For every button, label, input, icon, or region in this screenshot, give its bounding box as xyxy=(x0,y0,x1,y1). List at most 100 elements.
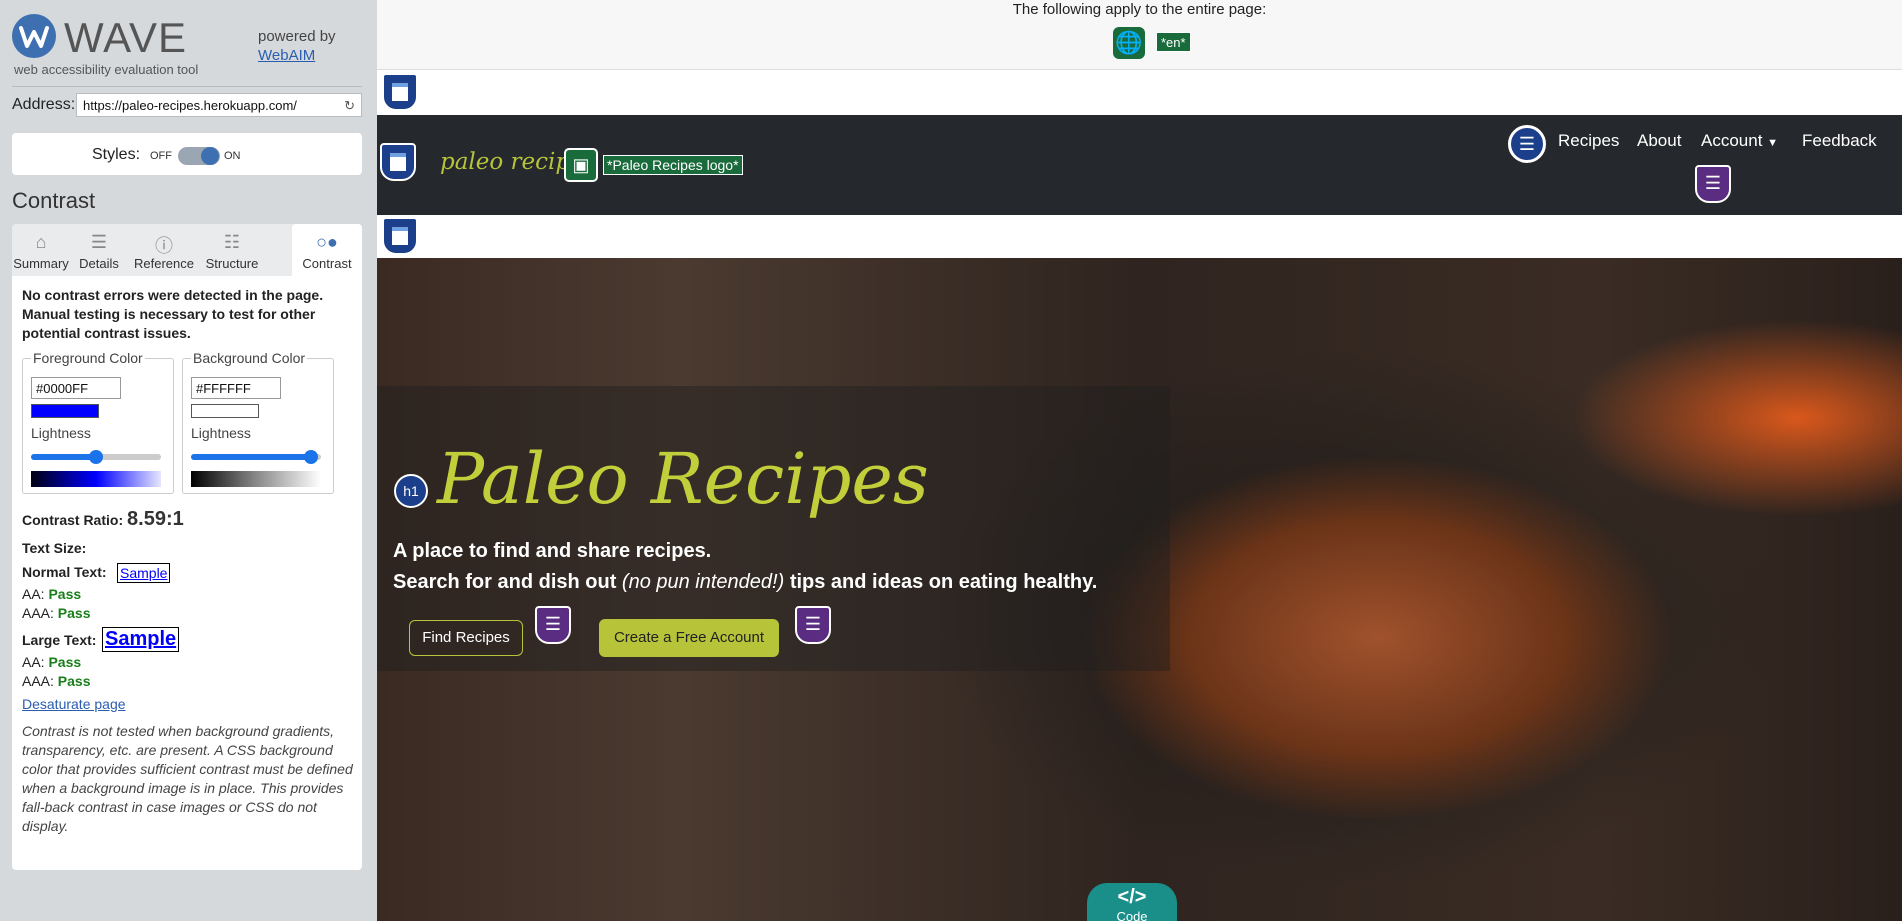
aa-label: AA: xyxy=(22,586,45,602)
normal-text-label: Normal Text: xyxy=(22,564,107,580)
header-divider xyxy=(12,86,362,87)
hero-subtitle-2: Search for and dish out (no pun intended… xyxy=(393,571,1097,594)
pass-badge: Pass xyxy=(48,654,82,670)
wave-sidebar: WAVE web accessibility evaluation tool p… xyxy=(0,0,377,921)
hero-sub2-em: (no pun intended!) xyxy=(621,571,785,593)
list-nav-icon[interactable]: ☰ xyxy=(1508,125,1546,163)
list-icon: ☰ xyxy=(90,232,108,252)
nav-about[interactable]: About xyxy=(1637,131,1681,151)
contrast-icon: ○● xyxy=(316,232,338,252)
powered-by-label: powered by xyxy=(258,28,336,45)
code-toggle-tab[interactable]: </> Code xyxy=(1087,883,1177,921)
text-size-label: Text Size: xyxy=(22,540,87,556)
info-icon: ⓘ xyxy=(155,236,173,256)
wave-logo-icon xyxy=(12,14,56,58)
nav-account[interactable]: Account ▼ xyxy=(1701,131,1778,151)
code-label: Code xyxy=(1116,909,1148,921)
foreground-hex-input[interactable]: #0000FF xyxy=(31,377,121,399)
tabindex-icon[interactable]: ☰ xyxy=(535,606,571,644)
foreground-legend: Foreground Color xyxy=(31,350,145,366)
contrast-ratio: Contrast Ratio: 8.59:1 xyxy=(22,508,184,531)
contrast-panel: No contrast errors were detected in the … xyxy=(12,276,362,870)
find-recipes-button[interactable]: Find Recipes xyxy=(409,620,523,656)
background-swatch[interactable] xyxy=(191,404,259,418)
aaa-label: AAA: xyxy=(22,673,54,689)
large-text-sample: Sample xyxy=(102,627,180,652)
address-label: Address: xyxy=(12,96,76,113)
no-errors-message: No contrast errors were detected in the … xyxy=(22,287,324,341)
slider-thumb[interactable] xyxy=(89,450,103,464)
tab-label: Structure xyxy=(205,256,259,271)
image-alt-icon[interactable]: ▣ xyxy=(564,148,598,182)
wave-header: WAVE web accessibility evaluation tool p… xyxy=(0,0,377,78)
wave-tabs: ⌂ Summary ☰ Details ⓘ Reference ☷ Struct… xyxy=(12,224,362,276)
large-text-label: Large Text: xyxy=(22,632,97,648)
contrast-ratio-label: Contrast Ratio: xyxy=(22,512,124,528)
reload-icon[interactable]: ↻ xyxy=(344,98,355,114)
pass-badge: Pass xyxy=(48,586,82,602)
tab-label: Reference xyxy=(134,256,194,271)
large-aaa: AAA: Pass xyxy=(22,673,91,689)
styles-panel: Styles: OFF ON xyxy=(12,133,362,175)
hero-subtitle-1: A place to find and share recipes. xyxy=(393,540,712,562)
nav-account-label: Account xyxy=(1701,131,1763,150)
styles-toggle[interactable] xyxy=(178,147,220,165)
styles-label: Styles: xyxy=(92,146,141,163)
slider-thumb[interactable] xyxy=(303,450,318,464)
apply-text: The following apply to the entire page: xyxy=(1012,1,1267,18)
tabindex-icon[interactable]: ☰ xyxy=(1695,165,1731,203)
tab-details[interactable]: ☰ Details xyxy=(70,224,128,276)
nav-recipes[interactable]: Recipes xyxy=(1558,131,1619,151)
globe-icon[interactable]: 🌐 xyxy=(1113,27,1145,59)
nav-feedback[interactable]: Feedback xyxy=(1802,131,1877,151)
hero-sub2-b: tips and ideas on eating healthy. xyxy=(784,571,1098,593)
large-aa: AA: Pass xyxy=(22,654,81,670)
background-lightness-label: Lightness xyxy=(191,425,251,441)
tabindex-icon[interactable]: ☰ xyxy=(795,606,831,644)
background-hex-input[interactable]: #FFFFFF xyxy=(191,377,281,399)
foreground-gradient xyxy=(31,471,161,487)
home-icon: ⌂ xyxy=(35,232,47,252)
pass-badge: Pass xyxy=(57,605,91,621)
background-legend: Background Color xyxy=(191,350,308,366)
slider-fill xyxy=(31,454,96,460)
logo-alt-badge: *Paleo Recipes logo* xyxy=(603,155,743,175)
aa-label: AA: xyxy=(22,654,45,670)
normal-text-sample: Sample xyxy=(117,563,171,583)
normal-aaa: AAA: Pass xyxy=(22,605,91,621)
tab-reference[interactable]: ⓘ Reference xyxy=(128,224,200,276)
hero-title: Paleo Recipes xyxy=(437,438,929,520)
foreground-swatch[interactable] xyxy=(31,404,99,418)
nav-region-icon[interactable] xyxy=(380,143,416,181)
foreground-lightness-slider[interactable] xyxy=(31,450,161,464)
site-navbar: paleo recipes ▣ *Paleo Recipes logo* ☰ R… xyxy=(377,115,1902,215)
foreground-lightness-label: Lightness xyxy=(31,425,91,441)
create-account-button[interactable]: Create a Free Account xyxy=(599,619,779,657)
hero-sub2-a: Search for and dish out xyxy=(393,571,622,593)
address-input[interactable]: https://paleo-recipes.herokuapp.com/ ↻ xyxy=(76,93,362,117)
structure-icon: ☷ xyxy=(223,232,241,252)
address-value: https://paleo-recipes.herokuapp.com/ xyxy=(83,98,297,113)
slider-fill xyxy=(191,454,311,460)
tab-label: Contrast xyxy=(302,256,352,271)
code-icon: </> xyxy=(1117,886,1147,908)
tab-label: Summary xyxy=(13,256,69,271)
hero-section: h1 Paleo Recipes A place to find and sha… xyxy=(377,258,1902,921)
tab-label: Details xyxy=(79,256,119,271)
background-gradient xyxy=(191,471,321,487)
header-region-icon[interactable] xyxy=(382,73,418,111)
section-title: Contrast xyxy=(12,188,96,213)
aaa-label: AAA: xyxy=(22,605,54,621)
desaturate-link[interactable]: Desaturate page xyxy=(22,696,126,712)
main-region-icon[interactable] xyxy=(382,217,418,255)
h1-icon[interactable]: h1 xyxy=(394,474,428,508)
styles-on-label: ON xyxy=(224,150,241,162)
wave-tagline: web accessibility evaluation tool xyxy=(14,62,199,77)
tab-summary[interactable]: ⌂ Summary xyxy=(12,224,70,276)
foreground-fieldset: Foreground Color #0000FF Lightness xyxy=(22,350,174,494)
background-lightness-slider[interactable] xyxy=(191,450,321,464)
tab-contrast[interactable]: ○● Contrast xyxy=(292,224,362,276)
toggle-knob xyxy=(201,147,219,165)
webaim-link[interactable]: WebAIM xyxy=(258,47,315,64)
tab-structure[interactable]: ☷ Structure xyxy=(200,224,264,276)
